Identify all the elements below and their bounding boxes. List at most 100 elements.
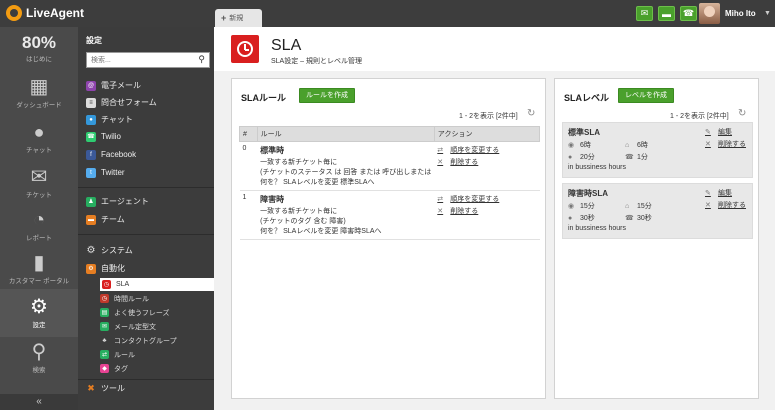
agents-icon: ♟ bbox=[86, 196, 96, 207]
sidebar-item-sla[interactable]: ◷ SLA bbox=[100, 278, 214, 291]
avatar[interactable] bbox=[699, 3, 720, 24]
sidebar-divider bbox=[78, 187, 214, 188]
progress-percent: 80% bbox=[21, 33, 57, 52]
sidebar-item-rules[interactable]: ⇄ ルール bbox=[100, 348, 135, 361]
nav-label: カスタマー ポータル bbox=[8, 278, 70, 285]
nav-search[interactable]: ⚲ 検索 bbox=[0, 342, 78, 374]
column-header: ルール bbox=[256, 126, 435, 142]
sla-clock-icon bbox=[231, 35, 259, 63]
sidebar-item-tools[interactable]: ✖ ツール bbox=[86, 381, 125, 396]
search-input[interactable] bbox=[87, 53, 187, 67]
rule-number: 0 bbox=[239, 141, 258, 191]
nav-reports[interactable]: ◔ レポート bbox=[0, 210, 78, 242]
edit-link[interactable]: ✎ 編集 bbox=[705, 127, 746, 139]
sidebar-item-email[interactable]: @ 電子メール bbox=[86, 78, 141, 93]
sidebar-item-tags[interactable]: ◆ タグ bbox=[100, 362, 128, 375]
phone-icon[interactable]: ☎ bbox=[680, 6, 697, 21]
sidebar-item-automation[interactable]: ⚙ 自動化 bbox=[86, 261, 125, 276]
sidebar-divider bbox=[78, 234, 214, 235]
phone-icon: ☎ bbox=[625, 154, 634, 161]
chevron-down-icon[interactable]: ▼ bbox=[764, 10, 771, 17]
folder-icon: ▬ bbox=[86, 214, 96, 225]
delete-link[interactable]: ✕ 削除する bbox=[705, 139, 746, 151]
sidebar-item-label: 問合せフォーム bbox=[101, 98, 157, 107]
change-order-link[interactable]: ⇄ 順序を変更する bbox=[437, 194, 536, 206]
phone-icon: ☎ bbox=[86, 131, 96, 142]
nav-label: レポート bbox=[26, 235, 52, 242]
close-icon: ✕ bbox=[705, 141, 711, 148]
sidebar-item-system[interactable]: ⚙ システム bbox=[86, 243, 133, 258]
sidebar-title: 設定 bbox=[86, 36, 102, 45]
refresh-icon[interactable]: ↻ bbox=[527, 108, 535, 119]
delete-link[interactable]: ✕ 削除する bbox=[437, 157, 536, 169]
sidebar-item-time-rules[interactable]: ◷ 時間ルール bbox=[100, 292, 149, 305]
table-row[interactable]: 1 障害時 一致する新チケット毎に (チケットのタグ 含む 障害) 何を？ SL… bbox=[239, 190, 540, 240]
rules-icon: ⇄ bbox=[100, 350, 109, 359]
book-icon: ▮ bbox=[33, 252, 45, 274]
result-count: 1 - 2を表示 [2件中] bbox=[670, 113, 729, 120]
sidebar-item-twilio[interactable]: ☎ Twilio bbox=[86, 129, 121, 144]
column-header: # bbox=[239, 126, 258, 142]
clock-icon: ◷ bbox=[102, 280, 111, 289]
pie-chart-icon: ◔ bbox=[32, 209, 46, 231]
user-name[interactable]: Miho Ito bbox=[725, 9, 756, 18]
new-tab-button[interactable]: + 新規 bbox=[215, 9, 262, 27]
level-hours: in bussiness hours bbox=[568, 225, 626, 232]
email-icon[interactable]: ✉ bbox=[636, 6, 653, 21]
rule-name: 障害時 bbox=[260, 195, 285, 204]
search-icon[interactable]: ⚲ bbox=[198, 54, 205, 65]
level-value: ● 30秒 bbox=[568, 214, 595, 223]
level-name: 障害時SLA bbox=[568, 189, 608, 198]
create-rule-button[interactable]: ルールを作成 bbox=[299, 88, 355, 103]
dashboard-icon: ▦ bbox=[29, 76, 49, 98]
create-level-button[interactable]: レベルを作成 bbox=[618, 88, 674, 103]
twitter-icon: t bbox=[86, 167, 96, 178]
sidebar-item-agents[interactable]: ♟ エージェント bbox=[86, 194, 149, 209]
nav-chat[interactable]: ● チャット bbox=[0, 122, 78, 154]
sidebar-item-contact-form[interactable]: ≡ 問合せフォーム bbox=[86, 95, 157, 110]
sla-rules-panel: SLAルール ルールを作成 1 - 2を表示 [2件中] ↻ # ルール アクシ… bbox=[231, 78, 546, 399]
nav-label: チケット bbox=[26, 192, 52, 199]
time-rules-icon: ◷ bbox=[100, 294, 109, 303]
sla-level-card: 標準SLA ✎ 編集 ✕ 削除する ◉ 6時 ⌂ 6時 ● 20分 ☎ 1分 in buss… bbox=[562, 122, 753, 178]
change-order-link[interactable]: ⇄ 順序を変更する bbox=[437, 145, 536, 157]
refresh-icon[interactable]: ↻ bbox=[738, 108, 746, 119]
nav-label: ダッシュボード bbox=[16, 102, 62, 109]
delete-link[interactable]: ✕ 削除する bbox=[705, 200, 746, 212]
sidebar-divider bbox=[78, 379, 214, 380]
nav-dashboard[interactable]: ▦ ダッシュボード bbox=[0, 77, 78, 109]
collapse-nav-button[interactable]: « bbox=[0, 394, 78, 410]
sidebar-item-label: タグ bbox=[114, 365, 128, 373]
level-value: ⌂ 15分 bbox=[625, 202, 652, 211]
tag-icon: ◆ bbox=[100, 364, 109, 373]
rule-cell: 障害時 一致する新チケット毎に (チケットのタグ 含む 障害) 何を？ SLAレ… bbox=[257, 190, 435, 240]
page-title: SLA bbox=[271, 37, 302, 54]
facebook-icon: f bbox=[86, 149, 96, 160]
reorder-icon: ⇄ bbox=[437, 196, 444, 203]
sidebar-item-predefined-answers[interactable]: ▤ よく使うフレーズ bbox=[100, 306, 170, 319]
sidebar-item-mail-templates[interactable]: ✉ メール定型文 bbox=[100, 320, 156, 333]
edit-link[interactable]: ✎ 編集 bbox=[705, 188, 746, 200]
nav-tickets[interactable]: ✉ チケット bbox=[0, 167, 78, 199]
delete-link[interactable]: ✕ 削除する bbox=[437, 206, 536, 218]
rule-number: 1 bbox=[239, 190, 258, 240]
chat-icon[interactable]: ▬ bbox=[658, 6, 675, 21]
sidebar-item-contact-groups[interactable]: ♣ コンタクトグループ bbox=[100, 334, 177, 347]
sidebar-item-twitter[interactable]: t Twitter bbox=[86, 165, 125, 180]
nav-getting-started[interactable]: 80% はじめに bbox=[0, 33, 78, 63]
phrases-icon: ▤ bbox=[100, 308, 109, 317]
table-row[interactable]: 0 標準時 一致する新チケット毎に (チケットのステータス は 回答 または 呼… bbox=[239, 141, 540, 191]
panel-title: SLAルール bbox=[241, 93, 287, 103]
sidebar-item-chat[interactable]: ● チャット bbox=[86, 112, 133, 127]
sidebar-item-teams[interactable]: ▬ チーム bbox=[86, 212, 125, 227]
rule-condition: (チケットのタグ 含む 障害) bbox=[260, 218, 346, 225]
app-logo[interactable]: LiveAgent bbox=[6, 5, 84, 21]
sidebar-item-label: エージェント bbox=[101, 197, 149, 206]
reorder-icon: ⇄ bbox=[437, 147, 444, 154]
ticket-icon: ◉ bbox=[568, 203, 575, 210]
nav-customer-portal[interactable]: ▮ カスタマー ポータル bbox=[0, 253, 78, 285]
sidebar-item-facebook[interactable]: f Facebook bbox=[86, 147, 136, 162]
sidebar-item-label: SLA bbox=[116, 281, 130, 288]
level-value: ☎ 30秒 bbox=[625, 215, 652, 222]
nav-settings[interactable]: ⚙ 設定 bbox=[0, 289, 78, 337]
